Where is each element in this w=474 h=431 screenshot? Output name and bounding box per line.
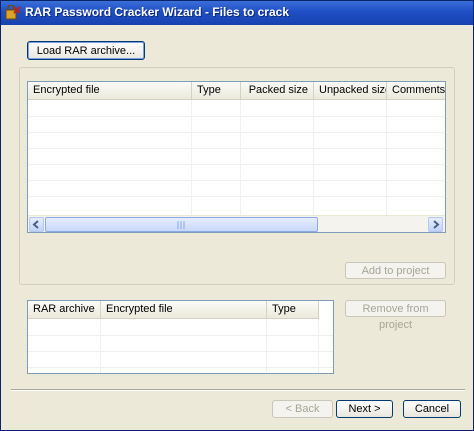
grid-line xyxy=(28,180,445,181)
column-unpacked-size[interactable]: Unpacked size xyxy=(314,82,387,99)
horizontal-scroll-thumb[interactable] xyxy=(45,217,318,232)
column-rar-archive[interactable]: RAR archive xyxy=(28,301,101,318)
grid-line xyxy=(318,319,319,373)
scroll-right-arrow-icon[interactable] xyxy=(428,217,443,232)
grid-line xyxy=(28,351,333,352)
wizard-window: RAR Password Cracker Wizard - Files to c… xyxy=(0,0,474,431)
column-type[interactable]: Type xyxy=(192,82,241,99)
grid-line xyxy=(240,100,241,216)
grid-line xyxy=(313,100,314,216)
load-rar-archive-button[interactable]: Load RAR archive... xyxy=(27,41,145,60)
grid-line xyxy=(28,116,445,117)
back-button[interactable]: < Back xyxy=(272,400,333,418)
column-project-type[interactable]: Type xyxy=(267,301,319,318)
grid-line xyxy=(28,335,333,336)
grid-line xyxy=(28,148,445,149)
wizard-app-icon xyxy=(5,4,21,21)
grid-line xyxy=(386,100,387,216)
project-files-list[interactable]: RAR archive Encrypted file Type xyxy=(27,300,334,374)
cancel-button[interactable]: Cancel xyxy=(403,400,461,418)
footer-separator xyxy=(11,389,465,391)
grid-line xyxy=(28,132,445,133)
column-project-encrypted-file[interactable]: Encrypted file xyxy=(101,301,267,318)
grid-line xyxy=(191,100,192,216)
window-title: RAR Password Cracker Wizard - Files to c… xyxy=(25,5,289,19)
column-encrypted-file[interactable]: Encrypted file xyxy=(28,82,192,99)
scroll-left-arrow-icon[interactable] xyxy=(29,217,44,232)
column-comments[interactable]: Comments xyxy=(387,82,445,99)
title-bar[interactable]: RAR Password Cracker Wizard - Files to c… xyxy=(1,1,473,25)
grid-line xyxy=(28,164,445,165)
remove-from-project-button[interactable]: Remove from project xyxy=(345,300,446,331)
grid-line xyxy=(266,319,267,373)
encrypted-files-list[interactable]: Encrypted file Type Packed size Unpacked… xyxy=(27,81,446,233)
project-files-header: RAR archive Encrypted file Type xyxy=(28,301,319,319)
horizontal-scrollbar[interactable] xyxy=(28,215,445,232)
grid-line xyxy=(100,319,101,373)
column-packed-size[interactable]: Packed size xyxy=(241,82,314,99)
add-to-project-button[interactable]: Add to project xyxy=(345,262,446,279)
grid-line xyxy=(28,367,333,368)
grid-line xyxy=(28,196,445,197)
next-button[interactable]: Next > xyxy=(336,400,393,418)
scroll-grip-icon xyxy=(177,221,185,229)
encrypted-files-header: Encrypted file Type Packed size Unpacked… xyxy=(28,82,445,100)
